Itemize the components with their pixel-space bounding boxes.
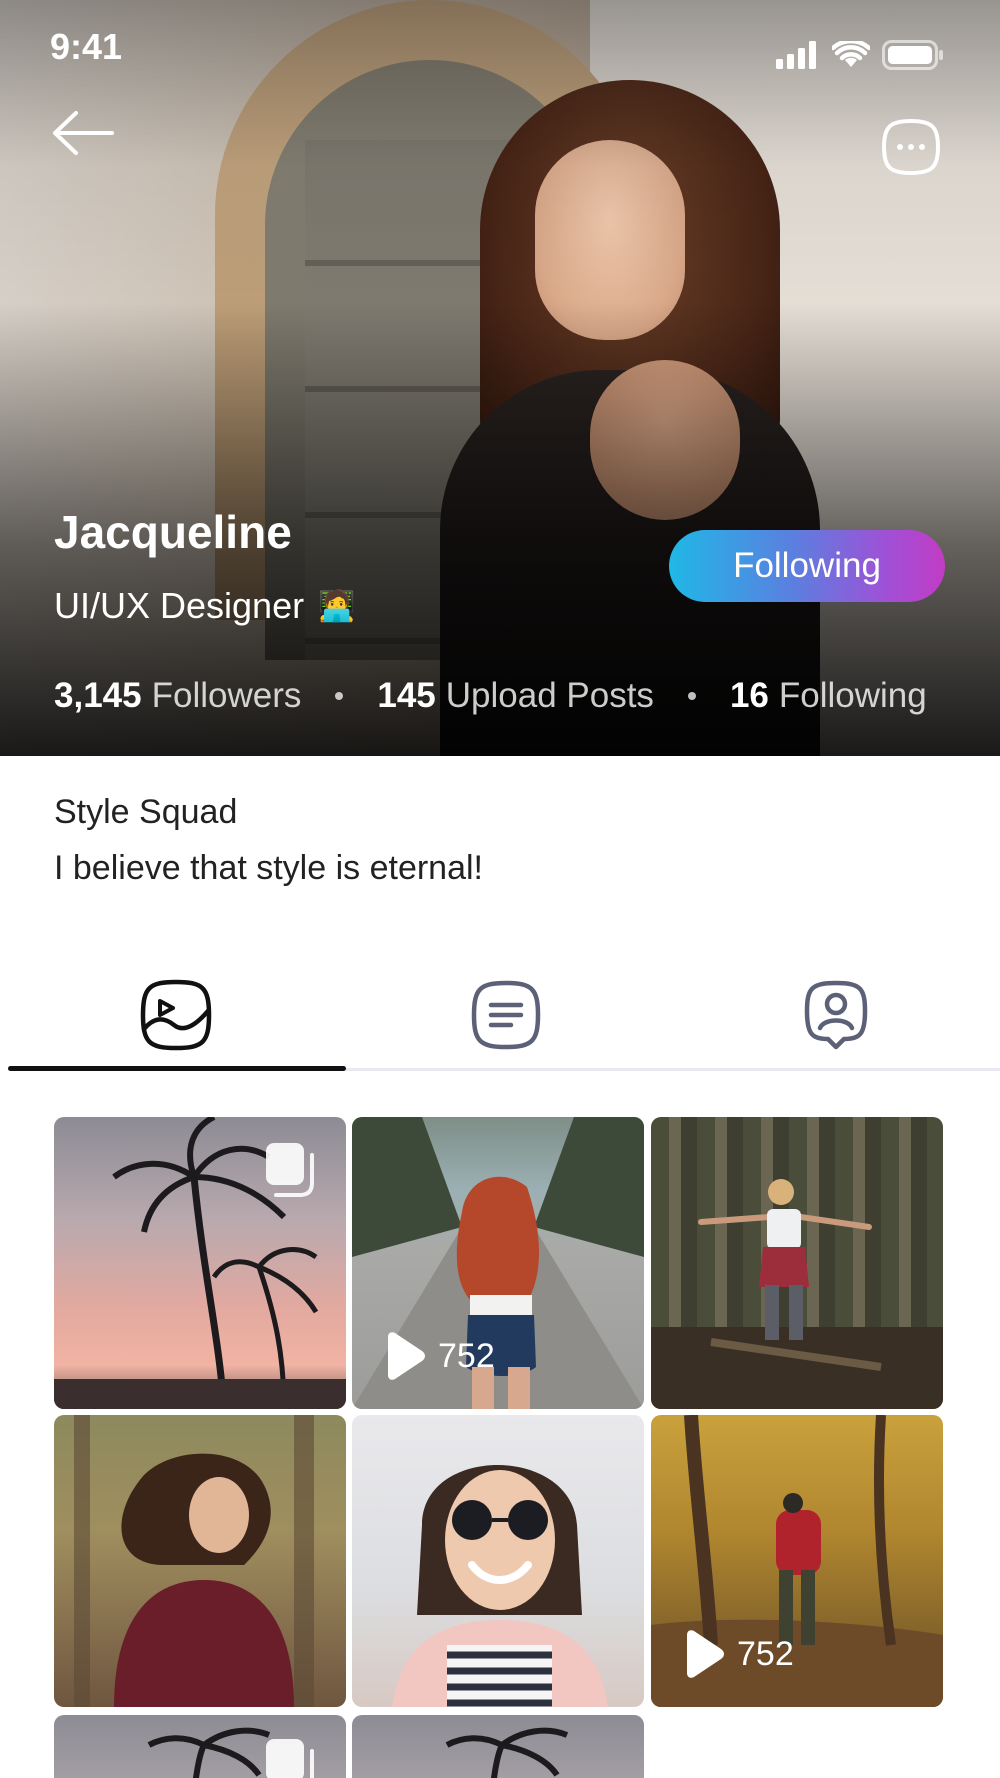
grid-post[interactable]	[54, 1117, 346, 1409]
wifi-icon	[832, 41, 870, 67]
play-icon	[388, 1332, 425, 1380]
stat-posts-value: 145	[377, 676, 436, 715]
smiling-woman-sunglasses-image	[392, 1465, 608, 1707]
arrow-left-icon	[53, 111, 114, 155]
grid-post[interactable]: 752	[651, 1415, 943, 1707]
following-button[interactable]: Following	[669, 530, 945, 602]
status-time: 9:41	[50, 26, 123, 67]
profile-screen: 9:41	[0, 0, 1000, 1778]
stat-following[interactable]: 16 Following	[730, 676, 927, 716]
video-views: 752	[737, 1634, 794, 1673]
profile-bio: Style Squad I believe that style is eter…	[54, 790, 954, 890]
stat-separator-dot	[335, 692, 344, 700]
signal-icon	[776, 41, 816, 69]
bio-title: Style Squad	[54, 793, 238, 831]
profile-name: Jacqueline	[54, 506, 292, 558]
stat-upload-posts[interactable]: 145 Upload Posts	[377, 676, 654, 716]
tab-active-indicator	[8, 1066, 346, 1071]
profile-stats: 3,145 Followers 145 Upload Posts 16 Foll…	[54, 676, 927, 716]
woman-hair-flip-image	[74, 1415, 314, 1707]
grid-post[interactable]	[352, 1415, 644, 1707]
video-views: 752	[438, 1336, 495, 1375]
tab-tagged[interactable]	[668, 960, 1000, 1070]
grid-post[interactable]: 752	[352, 1117, 644, 1409]
profile-cover-photo	[0, 0, 1000, 756]
back-button[interactable]	[48, 108, 138, 168]
video-indicator: 752	[681, 1629, 794, 1679]
more-options-button[interactable]	[880, 118, 941, 178]
status-bar: 9:41	[0, 0, 1000, 100]
multiple-photos-icon	[266, 1739, 314, 1778]
multiple-photos-icon	[266, 1143, 314, 1197]
palm-tree-image	[445, 1727, 569, 1778]
woman-in-forest-image	[651, 1179, 943, 1409]
tab-posts-list[interactable]	[338, 960, 674, 1070]
grid-post[interactable]	[54, 1415, 346, 1707]
grid-post[interactable]	[54, 1715, 346, 1778]
bio-text: I believe that style is eternal!	[54, 849, 484, 887]
stat-followers[interactable]: 3,145 Followers	[54, 676, 301, 716]
posts-list-icon	[471, 980, 541, 1050]
video-indicator: 752	[382, 1331, 495, 1381]
battery-icon	[882, 40, 943, 70]
tagged-user-icon	[804, 980, 868, 1050]
gallery-icon	[140, 979, 212, 1051]
play-icon	[687, 1630, 724, 1678]
status-icons	[776, 40, 944, 70]
stat-following-label: Following	[778, 676, 927, 715]
stat-posts-label: Upload Posts	[445, 676, 654, 715]
stat-following-value: 16	[729, 676, 769, 715]
technologist-emoji-icon: 🧑‍💻	[318, 589, 356, 623]
profile-tabs	[8, 960, 1000, 1072]
stat-separator-dot	[687, 692, 696, 700]
chat-more-icon	[881, 118, 941, 176]
grid-post[interactable]	[352, 1715, 644, 1778]
profile-role: UI/UX Designer 🧑‍💻	[54, 585, 355, 627]
grid-post[interactable]	[651, 1117, 943, 1409]
stat-followers-value: 3,145	[54, 676, 142, 715]
stat-followers-label: Followers	[151, 676, 302, 715]
tab-gallery[interactable]	[8, 960, 344, 1070]
profile-role-text: UI/UX Designer	[54, 585, 305, 626]
